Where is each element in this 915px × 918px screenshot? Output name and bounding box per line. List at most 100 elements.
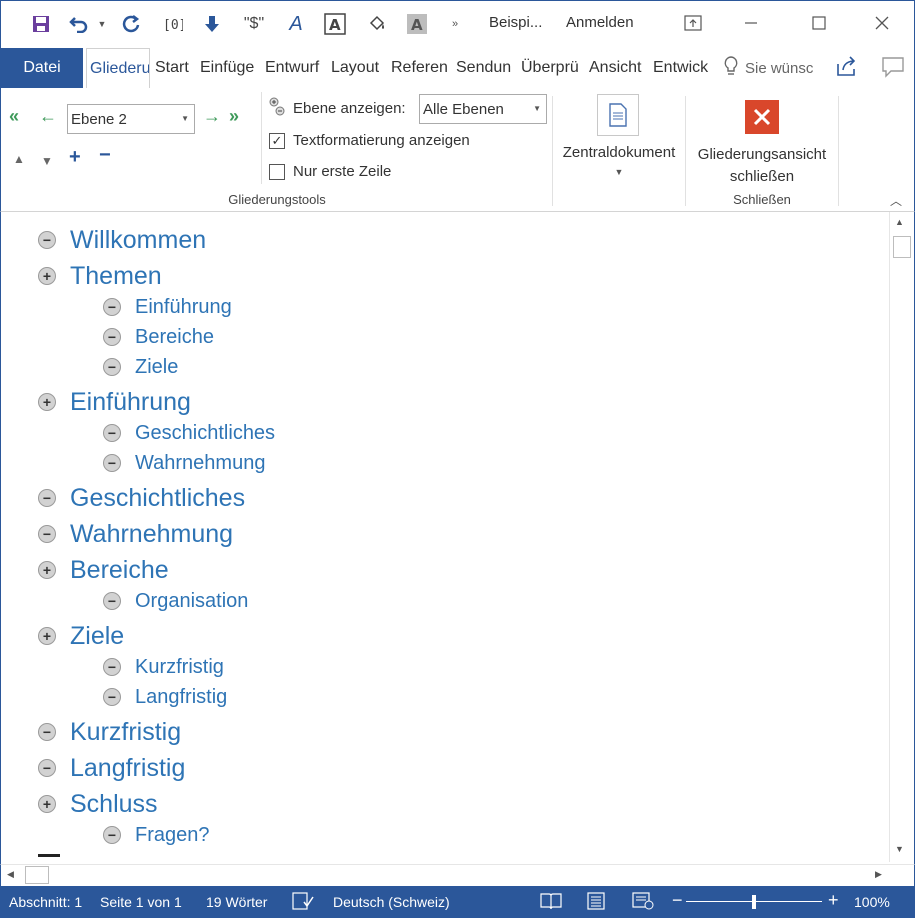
heading1-text[interactable]: Willkommen [70, 226, 206, 255]
maximize-icon[interactable] [796, 7, 842, 39]
expand-symbol-icon[interactable]: + [38, 561, 56, 579]
collapse-symbol-icon[interactable]: − [103, 658, 121, 676]
collapse-symbol-icon[interactable]: − [103, 826, 121, 844]
outline-item[interactable]: + Schluss [38, 788, 158, 820]
master-document-icon[interactable] [597, 94, 639, 136]
collapse-symbol-icon[interactable]: − [38, 231, 56, 249]
heading2-text[interactable]: Wahrnehmung [135, 452, 265, 475]
demote-icon[interactable]: → [203, 106, 221, 127]
heading2-text[interactable]: Bereiche [135, 326, 214, 349]
scroll-right-icon[interactable]: ▶ [875, 869, 882, 880]
expand-symbol-icon[interactable]: + [38, 627, 56, 645]
first-line-only-checkbox[interactable] [269, 164, 285, 180]
collapse-symbol-icon[interactable]: − [103, 688, 121, 706]
outline-item[interactable]: + Bereiche [38, 554, 169, 586]
language-indicator[interactable]: Deutsch (Schweiz) [333, 894, 450, 910]
undo-dropdown-icon[interactable]: ▼ [95, 11, 109, 37]
outline-item[interactable]: − Geschichtliches [38, 482, 245, 514]
outline-item[interactable]: − Willkommen [38, 224, 206, 256]
text-box-icon[interactable]: A [323, 11, 347, 37]
heading1-text[interactable]: Wahrnehmung [70, 520, 233, 549]
tab-view[interactable]: Ansicht [586, 48, 648, 88]
heading2-text[interactable]: Geschichtliches [135, 422, 275, 445]
outline-item[interactable]: − Kurzfristig [38, 716, 181, 748]
tab-references[interactable]: Referen [388, 48, 452, 88]
save-icon[interactable] [29, 11, 53, 37]
comments-icon[interactable] [881, 56, 905, 83]
heading2-text[interactable]: Einführung [135, 296, 232, 319]
outline-item[interactable]: − Wahrnehmung [38, 518, 233, 550]
promote-to-heading1-icon[interactable]: « [9, 106, 19, 127]
outline-item[interactable]: − Bereiche [103, 324, 214, 350]
expand-symbol-icon[interactable]: + [38, 795, 56, 813]
undo-icon[interactable] [67, 11, 91, 37]
tab-insert[interactable]: Einfüge [197, 48, 260, 88]
outline-item[interactable]: − Geschichtliches [103, 420, 275, 446]
zoom-slider-thumb[interactable] [752, 895, 756, 909]
outline-item[interactable]: − Langfristig [38, 752, 185, 784]
move-up-icon[interactable]: ▲ [13, 152, 25, 166]
tab-outline[interactable]: Gliederu [86, 48, 150, 88]
vertical-scrollbar[interactable]: ▲ ▼ [889, 212, 913, 862]
tab-start[interactable]: Start [152, 48, 197, 88]
expand-symbol-icon[interactable]: + [38, 393, 56, 411]
collapse-symbol-icon[interactable]: − [38, 759, 56, 777]
zoom-level[interactable]: 100% [854, 894, 890, 910]
heading1-text[interactable]: Kurzfristig [70, 718, 181, 747]
field-codes-icon[interactable]: [0] [159, 11, 185, 37]
outline-item[interactable]: − Ziele [103, 354, 178, 380]
collapse-symbol-icon[interactable]: − [103, 424, 121, 442]
collapse-icon[interactable]: − [99, 144, 111, 167]
tab-file[interactable]: Datei [1, 48, 83, 88]
promote-icon[interactable]: ← [39, 106, 57, 127]
heading1-text[interactable]: Einführung [70, 388, 191, 417]
outline-item[interactable]: + Einführung [38, 386, 191, 418]
collapse-symbol-icon[interactable]: − [103, 454, 121, 472]
outline-item[interactable]: − Wahrnehmung [103, 450, 265, 476]
scroll-down-icon[interactable]: ▼ [895, 844, 904, 854]
collapse-symbol-icon[interactable]: − [103, 298, 121, 316]
word-count[interactable]: 19 Wörter [206, 894, 267, 910]
heading2-text[interactable]: Fragen? [135, 824, 210, 847]
text-effect-icon[interactable]: A [285, 11, 307, 37]
show-level-combo[interactable]: Alle Ebenen ▼ [419, 94, 547, 124]
heading2-text[interactable]: Kurzfristig [135, 656, 224, 679]
show-formatting-checkbox[interactable]: ✓ [269, 133, 285, 149]
outline-item[interactable]: − Fragen? [103, 822, 210, 848]
demote-to-body-text-icon[interactable]: » [229, 106, 239, 127]
signin-link[interactable]: Anmelden [566, 14, 634, 31]
print-layout-icon[interactable] [586, 892, 606, 913]
outline-item[interactable]: − Langfristig [103, 684, 227, 710]
section-indicator[interactable]: Abschnitt: 1 [9, 894, 82, 910]
collapse-symbol-icon[interactable]: − [103, 328, 121, 346]
collapse-ribbon-icon[interactable]: ︿ [890, 192, 902, 209]
heading2-text[interactable]: Organisation [135, 590, 248, 613]
highlight-box-icon[interactable]: A [405, 11, 429, 37]
tab-design[interactable]: Entwurf [262, 48, 327, 88]
read-mode-icon[interactable] [540, 892, 562, 913]
page-indicator[interactable]: Seite 1 von 1 [100, 894, 182, 910]
heading1-text[interactable]: Ziele [70, 622, 124, 651]
heading1-text[interactable]: Geschichtliches [70, 484, 245, 513]
heading2-text[interactable]: Ziele [135, 356, 178, 379]
close-outline-icon[interactable] [745, 100, 779, 134]
heading2-text[interactable]: Langfristig [135, 686, 227, 709]
scroll-up-icon[interactable]: ▲ [895, 217, 904, 227]
tab-developer[interactable]: Entwick [650, 48, 718, 88]
dollar-field-icon[interactable]: "$" [239, 11, 269, 37]
outline-item[interactable]: − Kurzfristig [103, 654, 224, 680]
outline-item[interactable]: − Einführung [103, 294, 232, 320]
close-outline-button[interactable]: Gliederungsansicht schließen [689, 144, 835, 188]
outline-item[interactable]: − Organisation [103, 588, 248, 614]
outline-level-combo[interactable]: Ebene 2 ▼ [67, 104, 195, 134]
fill-bucket-icon[interactable] [365, 11, 389, 37]
minimize-icon[interactable] [728, 7, 774, 39]
tab-layout[interactable]: Layout [328, 48, 386, 88]
share-icon[interactable] [835, 54, 859, 83]
scroll-thumb[interactable] [893, 236, 911, 258]
master-document-button[interactable]: Zentraldokument ▼ [553, 144, 685, 177]
heading1-text[interactable]: Schluss [70, 790, 158, 819]
heading1-text[interactable]: Bereiche [70, 556, 169, 585]
tab-review[interactable]: Überprü [518, 48, 581, 88]
expand-symbol-icon[interactable]: + [38, 267, 56, 285]
